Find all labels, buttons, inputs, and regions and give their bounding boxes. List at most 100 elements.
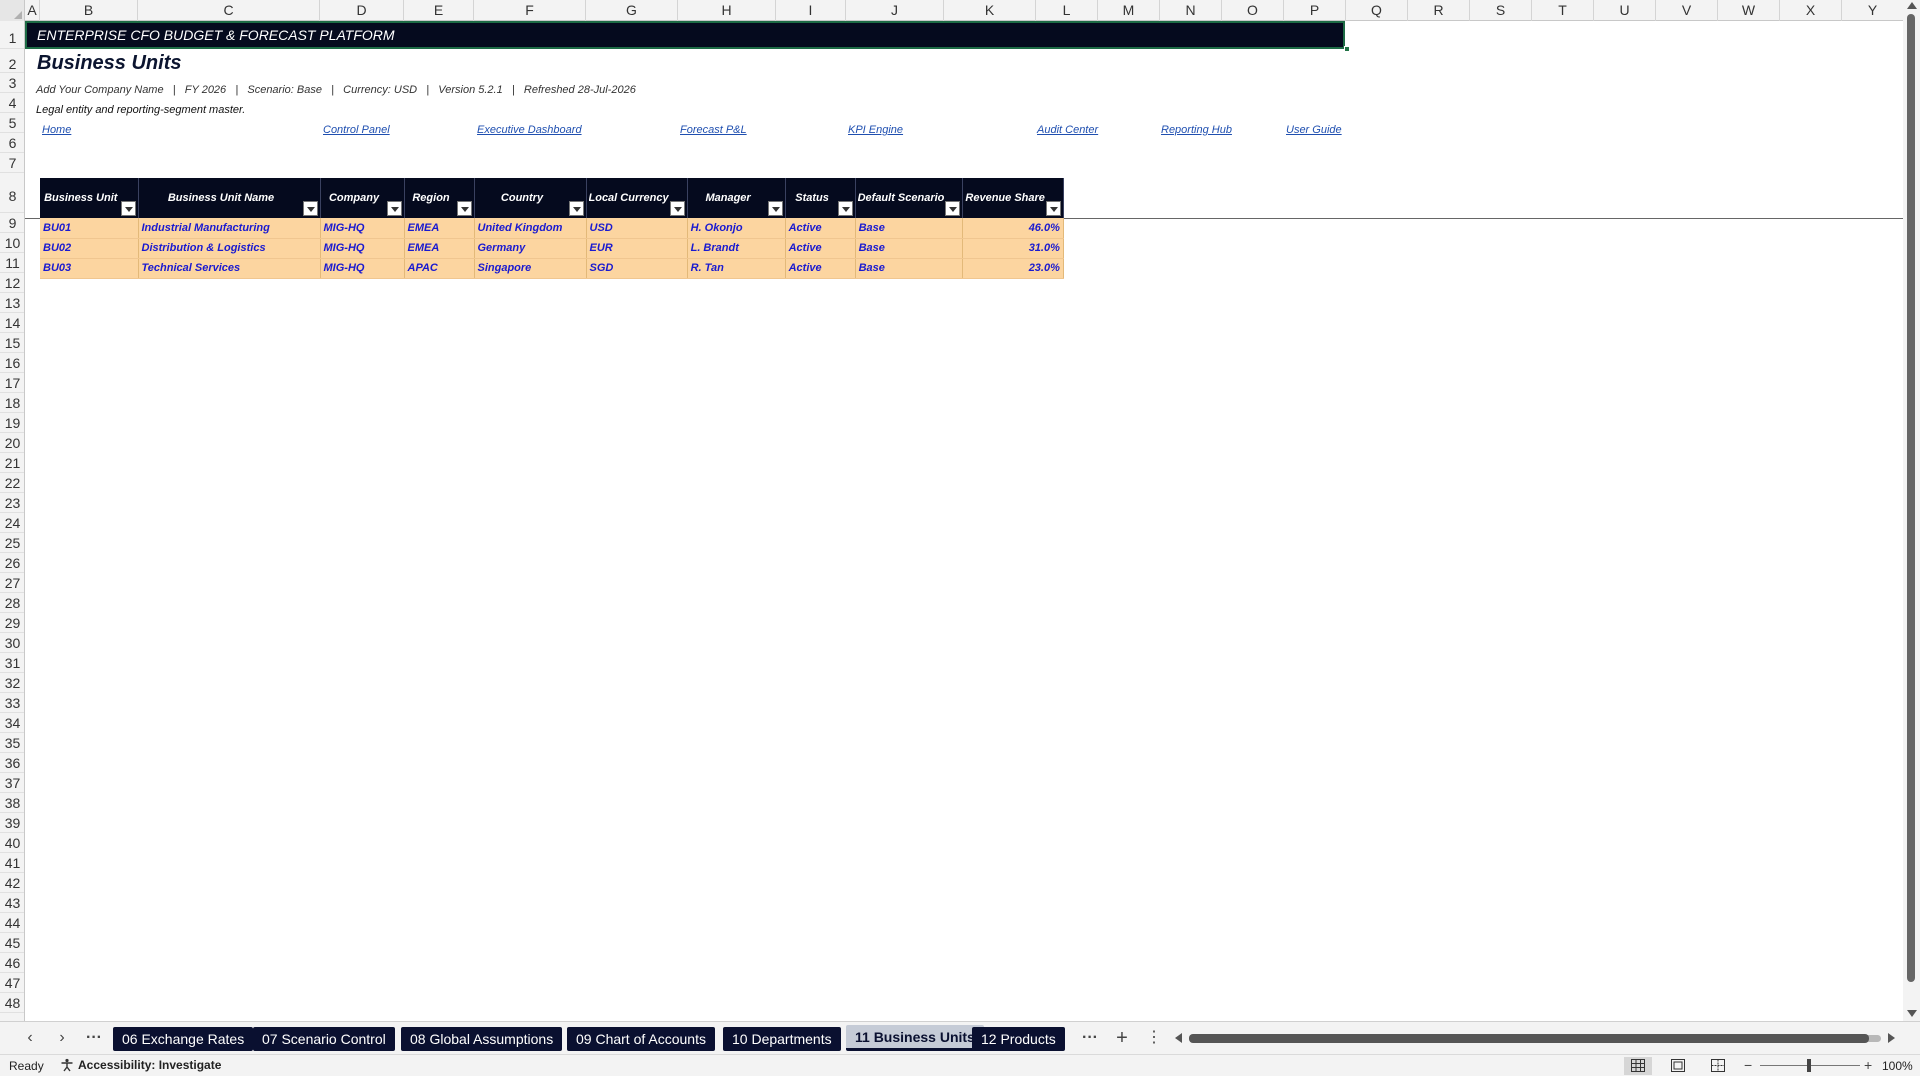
column-header-d[interactable]: D: [320, 0, 404, 21]
row-header-17[interactable]: 17: [0, 373, 24, 393]
nav-link-forecast-pl[interactable]: Forecast P&L: [680, 124, 747, 136]
more-sheets-left-button[interactable]: ···: [82, 1026, 106, 1050]
nav-link-reporting-hub[interactable]: Reporting Hub: [1161, 124, 1232, 136]
table-cell[interactable]: 23.0%: [962, 258, 1064, 279]
filter-dropdown-icon[interactable]: [120, 201, 136, 216]
nav-link-audit-center[interactable]: Audit Center: [1037, 124, 1098, 136]
scroll-down-icon[interactable]: [1907, 1010, 1917, 1017]
row-header-1[interactable]: 1: [0, 21, 24, 49]
column-header-g[interactable]: G: [586, 0, 678, 21]
column-header-y[interactable]: Y: [1842, 0, 1904, 21]
filter-dropdown-icon[interactable]: [1045, 201, 1061, 216]
row-header-45[interactable]: 45: [0, 933, 24, 953]
table-cell[interactable]: SGD: [586, 258, 688, 279]
table-cell[interactable]: MIG-HQ: [320, 238, 405, 259]
scroll-up-icon[interactable]: [1907, 2, 1917, 9]
column-header-x[interactable]: X: [1780, 0, 1842, 21]
table-cell[interactable]: United Kingdom: [474, 218, 587, 239]
nav-link-home[interactable]: Home: [42, 124, 71, 136]
column-header-o[interactable]: O: [1222, 0, 1284, 21]
row-header-38[interactable]: 38: [0, 793, 24, 813]
column-header-k[interactable]: K: [944, 0, 1036, 21]
column-header-a[interactable]: A: [25, 0, 40, 21]
table-cell[interactable]: MIG-HQ: [320, 218, 405, 239]
row-header-33[interactable]: 33: [0, 693, 24, 713]
row-header-22[interactable]: 22: [0, 473, 24, 493]
table-cell[interactable]: H. Okonjo: [687, 218, 786, 239]
table-cell[interactable]: BU01: [40, 218, 139, 239]
zoom-out-button[interactable]: −: [1744, 1057, 1752, 1073]
column-header-r[interactable]: R: [1408, 0, 1470, 21]
table-cell[interactable]: BU02: [40, 238, 139, 259]
column-header-u[interactable]: U: [1594, 0, 1656, 21]
table-cell[interactable]: L. Brandt: [687, 238, 786, 259]
filter-dropdown-icon[interactable]: [767, 201, 783, 216]
filter-dropdown-icon[interactable]: [302, 201, 318, 216]
table-cell[interactable]: Active: [785, 238, 856, 259]
column-header-c[interactable]: C: [138, 0, 320, 21]
sheet-tab[interactable]: 12 Products: [972, 1027, 1065, 1051]
zoom-slider-thumb[interactable]: [1807, 1059, 1811, 1072]
column-header-i[interactable]: I: [776, 0, 846, 21]
table-cell[interactable]: EMEA: [404, 218, 475, 239]
column-header-v[interactable]: V: [1656, 0, 1718, 21]
zoom-in-button[interactable]: +: [1864, 1057, 1872, 1073]
row-header-40[interactable]: 40: [0, 833, 24, 853]
row-header-27[interactable]: 27: [0, 573, 24, 593]
column-header-f[interactable]: F: [474, 0, 586, 21]
row-header-23[interactable]: 23: [0, 493, 24, 513]
scroll-left-icon[interactable]: [1175, 1033, 1182, 1043]
column-header-q[interactable]: Q: [1346, 0, 1408, 21]
select-all-corner[interactable]: [0, 0, 25, 21]
row-header-32[interactable]: 32: [0, 673, 24, 693]
row-header-16[interactable]: 16: [0, 353, 24, 373]
table-cell[interactable]: MIG-HQ: [320, 258, 405, 279]
row-header-24[interactable]: 24: [0, 513, 24, 533]
table-cell[interactable]: APAC: [404, 258, 475, 279]
table-cell[interactable]: Base: [855, 218, 964, 239]
row-header-47[interactable]: 47: [0, 973, 24, 993]
next-sheet-button[interactable]: ›: [50, 1026, 74, 1050]
row-header-48[interactable]: 48: [0, 993, 24, 1013]
row-header-4[interactable]: 4: [0, 93, 24, 113]
table-cell[interactable]: Base: [855, 238, 964, 259]
table-cell[interactable]: Singapore: [474, 258, 587, 279]
table-cell[interactable]: R. Tan: [687, 258, 786, 279]
table-cell[interactable]: Germany: [474, 238, 587, 259]
table-header-cell[interactable]: Business Unit Name: [138, 178, 321, 218]
row-header-25[interactable]: 25: [0, 533, 24, 553]
table-header-cell[interactable]: Local Currency: [586, 178, 688, 218]
vertical-scroll-thumb[interactable]: [1907, 14, 1915, 982]
accessibility-status[interactable]: Accessibility: Investigate: [60, 1058, 221, 1072]
sheet-tab[interactable]: 11 Business Units: [846, 1025, 984, 1051]
row-header-6[interactable]: 6: [0, 133, 24, 153]
filter-dropdown-icon[interactable]: [945, 201, 961, 216]
column-header-w[interactable]: W: [1718, 0, 1780, 21]
column-header-n[interactable]: N: [1160, 0, 1222, 21]
row-header-28[interactable]: 28: [0, 593, 24, 613]
sheet-tab[interactable]: 09 Chart of Accounts: [567, 1027, 715, 1051]
sheet-options-button[interactable]: ⋮: [1142, 1026, 1166, 1050]
nav-link-kpi-engine[interactable]: KPI Engine: [848, 124, 903, 136]
table-cell[interactable]: 31.0%: [962, 238, 1064, 259]
table-cell[interactable]: EUR: [586, 238, 688, 259]
row-header-31[interactable]: 31: [0, 653, 24, 673]
row-header-19[interactable]: 19: [0, 413, 24, 433]
filter-dropdown-icon[interactable]: [669, 201, 685, 216]
add-sheet-button[interactable]: +: [1110, 1026, 1134, 1050]
row-header-10[interactable]: 10: [0, 233, 24, 253]
row-header-44[interactable]: 44: [0, 913, 24, 933]
column-header-m[interactable]: M: [1098, 0, 1160, 21]
row-header-7[interactable]: 7: [0, 153, 24, 173]
table-cell[interactable]: EMEA: [404, 238, 475, 259]
row-header-11[interactable]: 11: [0, 253, 24, 273]
table-cell[interactable]: USD: [586, 218, 688, 239]
row-header-8[interactable]: 8: [0, 173, 24, 213]
row-header-46[interactable]: 46: [0, 953, 24, 973]
table-header-cell[interactable]: Manager: [687, 178, 786, 218]
column-header-j[interactable]: J: [846, 0, 944, 21]
table-cell[interactable]: Technical Services: [138, 258, 321, 279]
row-header-15[interactable]: 15: [0, 333, 24, 353]
table-cell[interactable]: Industrial Manufacturing: [138, 218, 321, 239]
row-header-14[interactable]: 14: [0, 313, 24, 333]
